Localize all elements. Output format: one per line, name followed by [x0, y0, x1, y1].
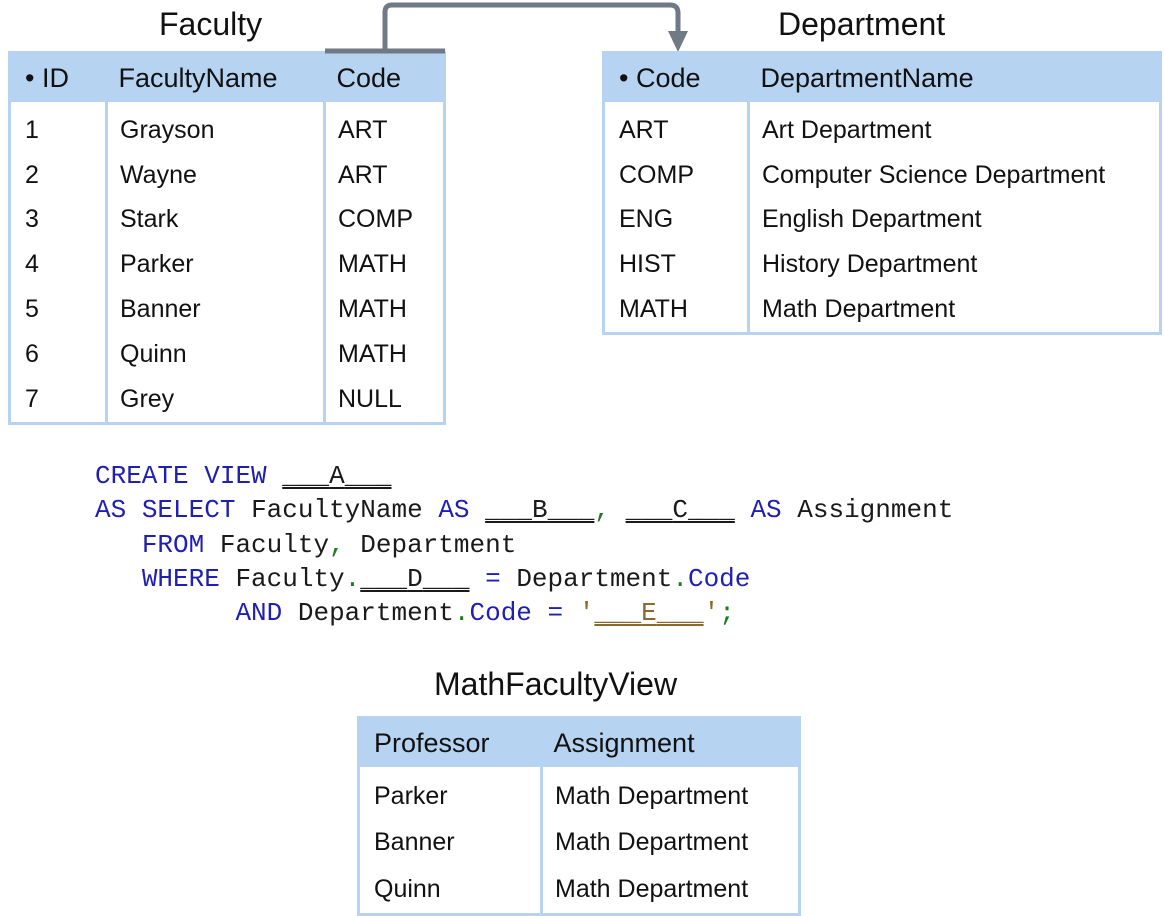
cell-code: MATH [619, 295, 688, 324]
sql-identifier: Code [469, 598, 532, 629]
table-row: Banner Math Department [359, 819, 800, 866]
sql-punctuation: ; [719, 598, 735, 629]
sql-line-2: AS SELECT FacultyName AS ___B___, ___C__… [95, 495, 953, 525]
sql-code-block: CREATE VIEW ___A___ AS SELECT FacultyNam… [95, 459, 953, 630]
cell-code: COMP [619, 160, 694, 189]
table-header-row: Professor Assignment [358, 717, 800, 767]
table-row: Parker Math Department [359, 767, 800, 820]
sql-blank-c: ___C___ [625, 495, 735, 526]
view-table-title: MathFacultyView [434, 666, 678, 702]
sql-punctuation: , [594, 495, 610, 526]
sql-line-5: AND Department.Code = '___E___'; [95, 598, 735, 629]
table-row: ART Art Department [604, 102, 1161, 153]
cell-code: ENG [619, 205, 674, 234]
sql-keyword: CREATE [95, 461, 189, 491]
blank-letter: D [407, 563, 423, 594]
sql-blank-a: ___A___ [282, 461, 392, 491]
sql-identifier: Faculty [219, 529, 330, 560]
cell-departmentname: History Department [747, 242, 1161, 288]
cell-assignment: Math Department [540, 866, 800, 914]
table-row: HIST History Department [604, 242, 1161, 288]
sql-identifier: Code [687, 563, 751, 594]
cell-professor: Quinn [374, 874, 441, 903]
sql-operator: = [547, 598, 564, 629]
sql-identifier: Department [360, 529, 517, 560]
sql-keyword: FROM [141, 529, 205, 560]
sql-keyword: AS [95, 495, 127, 526]
column-header-assignment: Assignment [541, 717, 800, 767]
table-row: MATH Math Department [604, 287, 1161, 334]
sql-punctuation: . [672, 563, 688, 594]
math-faculty-view-table: Professor Assignment Parker Math Departme… [357, 716, 801, 916]
sql-keyword: SELECT [141, 495, 236, 526]
table-row: COMP Computer Science Department [604, 152, 1161, 198]
cell-assignment: Math Department [540, 819, 800, 866]
fk-arrowhead [668, 31, 688, 52]
sql-punctuation: , [329, 529, 345, 560]
sql-quote: ' [578, 598, 595, 629]
sql-keyword: AS [750, 495, 782, 526]
table-row: ENG English Department [604, 197, 1161, 243]
sql-punctuation: . [344, 563, 361, 594]
department-table-title: Department [778, 6, 946, 42]
sql-identifier: Faculty [235, 563, 345, 594]
cell-assignment: Math Department [540, 767, 800, 820]
sql-keyword: AND [235, 598, 283, 629]
sql-blank-e: ___E___ [594, 598, 704, 629]
sql-keyword: VIEW [204, 461, 267, 491]
cell-professor: Banner [374, 828, 455, 857]
column-header-professor: Professor [358, 717, 542, 767]
column-header-departmentname: DepartmentName [748, 52, 1161, 102]
sql-keyword: WHERE [141, 563, 220, 594]
table-row: Quinn Math Department [359, 866, 800, 914]
cell-professor: Parker [374, 781, 448, 810]
blank-letter: B [531, 495, 548, 526]
sql-line-4: WHERE Faculty.___D___ = Department.Code [95, 563, 751, 594]
sql-identifier: Department [516, 563, 673, 594]
sql-identifier: FacultyName [251, 495, 423, 526]
sql-identifier: Assignment [797, 495, 954, 526]
sql-operator: = [485, 563, 501, 594]
cell-departmentname: Math Department [747, 287, 1161, 334]
cell-departmentname: Computer Science Department [747, 152, 1161, 198]
sql-blank-d: ___D___ [360, 563, 470, 594]
sql-identifier: Department [297, 598, 454, 629]
blank-letter: A [329, 461, 345, 491]
sql-quote: ' [703, 598, 720, 629]
blank-letter: C [672, 495, 689, 526]
sql-line-1: CREATE VIEW ___A___ [95, 461, 392, 491]
sql-punctuation: . [453, 598, 470, 629]
sql-keyword: AS [438, 495, 470, 526]
sql-line-3: FROM Faculty, Department [95, 529, 517, 560]
cell-departmentname: Art Department [747, 102, 1161, 153]
table-header-row: • Code DepartmentName [603, 52, 1161, 102]
department-table: • Code DepartmentName ART Art Department … [602, 51, 1162, 335]
blank-letter: E [641, 598, 657, 629]
sql-blank-b: ___B___ [485, 495, 595, 526]
column-header-code: • Code [603, 52, 749, 102]
cell-code: HIST [619, 250, 676, 279]
fk-connector-line [382, 2, 681, 51]
cell-departmentname: English Department [747, 197, 1161, 243]
cell-code: ART [619, 115, 669, 144]
